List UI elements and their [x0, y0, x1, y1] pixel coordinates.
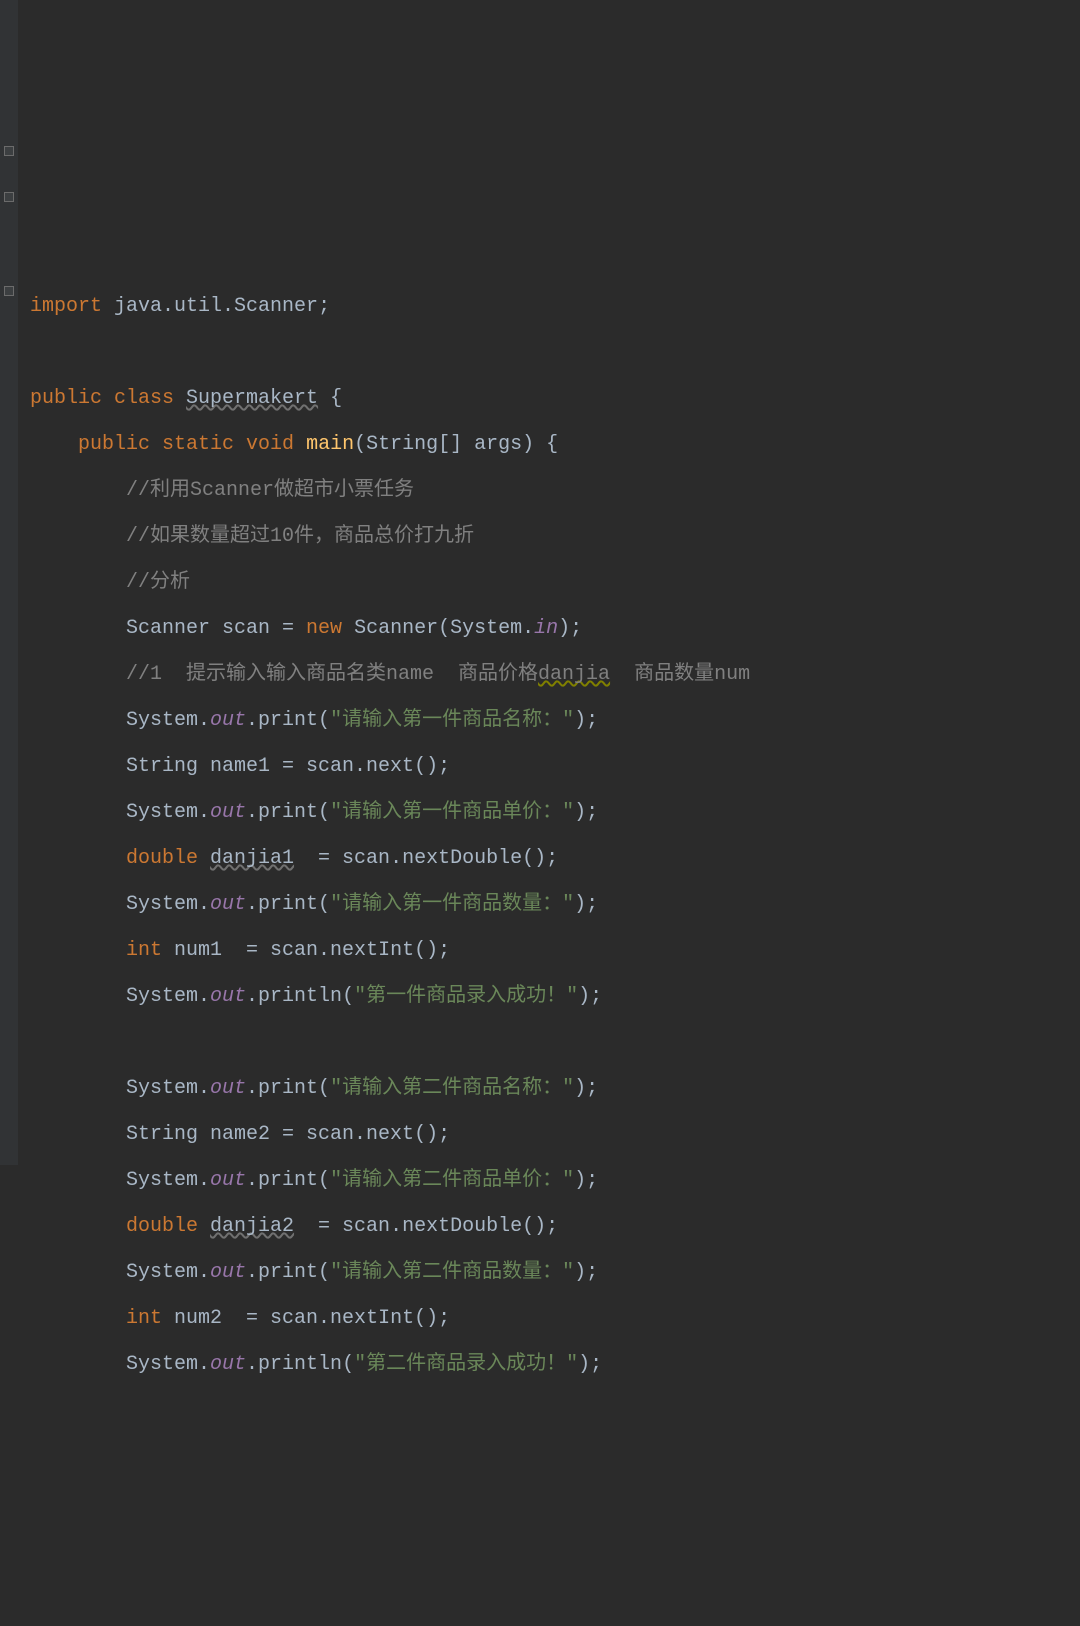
code-token: "请输入第一件商品单价：": [330, 801, 574, 824]
code-token: "请输入第二件商品单价：": [330, 1169, 574, 1192]
code-token: java.util.Scanner: [114, 295, 318, 318]
code-token: .print(: [246, 709, 330, 732]
code-token: System.: [126, 893, 210, 916]
code-token: "请输入第一件商品数量：": [330, 893, 574, 916]
code-token: "第二件商品录入成功！": [354, 1353, 578, 1376]
code-token: "第一件商品录入成功！": [354, 985, 578, 1008]
code-token: num1 = scan.nextInt();: [174, 939, 450, 962]
code-token: int: [126, 1307, 174, 1330]
code-token: //如果数量超过10件，商品总价打九折: [126, 525, 474, 548]
fold-marker[interactable]: [4, 146, 14, 156]
code-token: danjia2: [210, 1215, 294, 1238]
code-token: "请输入第二件商品数量：": [330, 1261, 574, 1284]
code-token: out: [210, 1169, 246, 1192]
code-token: );: [574, 1169, 598, 1192]
code-token: out: [210, 1353, 246, 1376]
code-token: String name1 = scan.next();: [126, 755, 450, 778]
code-token: .print(: [246, 1169, 330, 1192]
code-token: public static void: [78, 433, 306, 456]
code-token: );: [578, 985, 602, 1008]
code-token: );: [574, 893, 598, 916]
code-editor[interactable]: import java.util.Scanner; public class S…: [8, 284, 1080, 1388]
code-token: out: [210, 709, 246, 732]
code-token: );: [574, 1077, 598, 1100]
code-token: {: [318, 387, 342, 410]
code-token: out: [210, 985, 246, 1008]
code-token: //利用Scanner做超市小票任务: [126, 479, 414, 502]
code-token: ;: [318, 295, 330, 318]
code-token: );: [574, 1261, 598, 1284]
code-token: );: [574, 801, 598, 824]
code-token: System.: [126, 1261, 210, 1284]
code-token: = scan.nextDouble();: [294, 847, 558, 870]
code-token: String name2 = scan.next();: [126, 1123, 450, 1146]
code-token: num2 = scan.nextInt();: [174, 1307, 450, 1330]
fold-marker[interactable]: [4, 286, 14, 296]
code-token: double: [126, 847, 210, 870]
code-token: .println(: [246, 1353, 354, 1376]
code-token: System.: [126, 801, 210, 824]
code-token: //1 提示输入输入商品名类name 商品价格: [126, 663, 538, 686]
code-token: in: [534, 617, 558, 640]
code-token: Supermakert: [186, 387, 318, 410]
code-token: .print(: [246, 893, 330, 916]
code-token: (String[] args) {: [354, 433, 558, 456]
code-token: System.: [126, 985, 210, 1008]
editor-gutter: [0, 0, 18, 1165]
code-token: public class: [30, 387, 186, 410]
code-token: );: [574, 709, 598, 732]
fold-marker[interactable]: [4, 192, 14, 202]
code-token: = scan.nextDouble();: [294, 1215, 558, 1238]
code-token: System.: [126, 1353, 210, 1376]
code-token: out: [210, 801, 246, 824]
code-token: //分析: [126, 571, 190, 594]
code-token: "请输入第一件商品名称：": [330, 709, 574, 732]
code-token: 商品数量num: [610, 663, 750, 686]
code-token: out: [210, 1077, 246, 1100]
code-token: int: [126, 939, 174, 962]
code-token: Scanner scan =: [126, 617, 306, 640]
code-token: .print(: [246, 801, 330, 824]
code-token: .println(: [246, 985, 354, 1008]
code-token: new: [306, 617, 354, 640]
code-token: out: [210, 893, 246, 916]
code-token: danjia: [538, 663, 610, 686]
code-token: danjia1: [210, 847, 294, 870]
code-token: .print(: [246, 1261, 330, 1284]
code-token: double: [126, 1215, 210, 1238]
code-token: main: [306, 433, 354, 456]
code-token: System.: [126, 709, 210, 732]
code-token: "请输入第二件商品名称：": [330, 1077, 574, 1100]
code-token: import: [30, 295, 114, 318]
code-token: System.: [126, 1169, 210, 1192]
code-token: Scanner(System.: [354, 617, 534, 640]
code-token: .print(: [246, 1077, 330, 1100]
code-token: );: [558, 617, 582, 640]
code-token: );: [578, 1353, 602, 1376]
code-token: out: [210, 1261, 246, 1284]
code-token: System.: [126, 1077, 210, 1100]
